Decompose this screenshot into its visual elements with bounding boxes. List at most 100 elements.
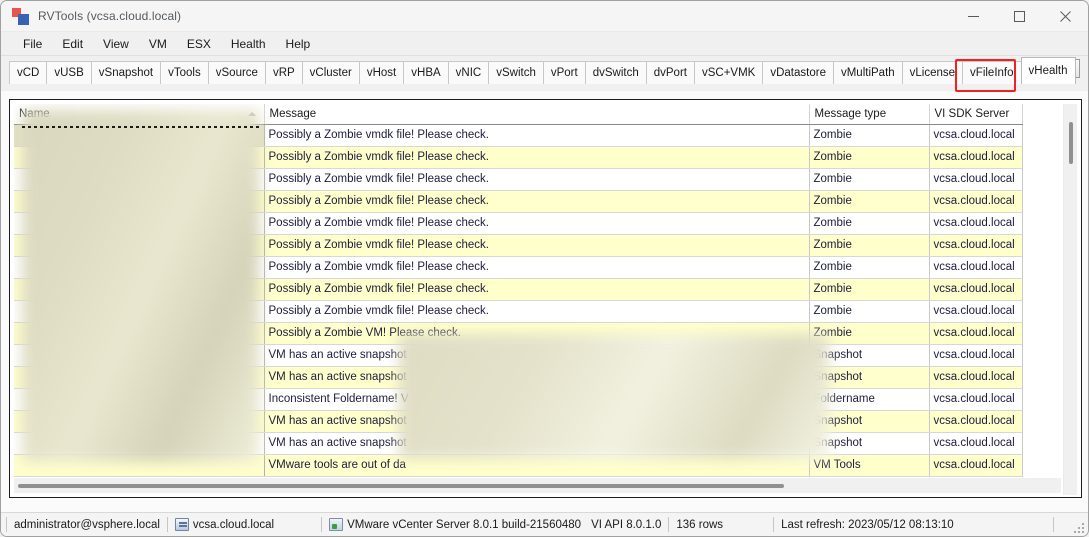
vhealth-grid[interactable]: Name Message Message type VI SDK Server … [14,104,1079,495]
cell-vi-sdk-server: vcsa.cloud.local [929,256,1023,279]
status-product: VMware vCenter Server 8.0.1 build-215604… [327,518,583,531]
cell-vi-sdk-server: vcsa.cloud.local [929,190,1023,213]
cell-message-type: Zombie [809,190,930,213]
grid-vertical-scrollbar[interactable] [1063,104,1077,495]
status-separator [773,517,775,532]
cell-vi-sdk-server: vcsa.cloud.local [929,212,1023,235]
window-title: RVTools (vcsa.cloud.local) [38,9,182,23]
tab-vtools[interactable]: vTools [160,61,209,84]
close-icon[interactable] [1042,1,1088,32]
grid-horizontal-scrollbar-thumb[interactable] [18,484,784,488]
selected-row-focus-outline [22,126,260,128]
cell-vi-sdk-server: vcsa.cloud.local [929,454,1023,477]
vcenter-server-icon [329,518,344,531]
status-server: vcsa.cloud.local [173,518,276,531]
cell-vi-sdk-server: vcsa.cloud.local [929,300,1023,323]
menu-bar: File Edit View VM ESX Health Help [1,32,1088,56]
status-api: VI API 8.0.1.0 [591,518,662,531]
message-column-redaction-blur [399,334,829,459]
maximize-icon[interactable] [996,1,1042,32]
cell-message-type: Zombie [809,256,930,279]
status-user: administrator@vsphere.local [12,519,162,531]
tab-vhost[interactable]: vHost [358,61,405,84]
tab-vnic[interactable]: vNIC [447,61,490,84]
tab-vswitch[interactable]: vSwitch [488,61,544,84]
status-bar: administrator@vsphere.local vcsa.cloud.l… [1,512,1088,536]
tab-vrp[interactable]: vRP [264,61,303,84]
window-controls [950,1,1088,32]
name-column-redaction-blur [22,110,259,462]
menu-item-health[interactable]: Health [221,34,276,54]
status-row-count: 136 rows [676,518,724,531]
server-connection-icon [174,518,189,531]
tab-vcluster[interactable]: vCluster [301,61,360,84]
status-last-refresh: Last refresh: 2023/05/12 08:13:10 [781,518,954,531]
tab-vfileinfo[interactable]: vFileInfo [962,61,1022,84]
rvtools-window: RVTools (vcsa.cloud.local) File Edit Vie… [0,0,1089,537]
menu-item-view[interactable]: View [93,34,139,54]
window-resize-grip[interactable] [1072,521,1084,533]
cell-message: Possibly a Zombie vmdk file! Please chec… [264,234,810,257]
tab-vhba[interactable]: vHBA [403,61,449,84]
cell-vi-sdk-server: vcsa.cloud.local [929,366,1023,389]
tab-vsnapshot[interactable]: vSnapshot [90,61,162,84]
cell-vi-sdk-server: vcsa.cloud.local [929,124,1023,147]
content-area: Name Message Message type VI SDK Server … [1,91,1088,512]
cell-message-type: Zombie [809,146,930,169]
status-separator [1052,517,1054,532]
cell-message-type: Zombie [809,234,930,257]
tab-vhealth[interactable]: vHealth [1020,57,1076,84]
cell-message: Possibly a Zombie vmdk file! Please chec… [264,146,810,169]
cell-message: Possibly a Zombie vmdk file! Please chec… [264,256,810,279]
tab-vusb[interactable]: vUSB [46,61,92,84]
menu-item-file[interactable]: File [13,34,52,54]
column-header-message[interactable]: Message [264,104,810,125]
status-separator [6,517,7,532]
status-server-label: vcsa.cloud.local [192,518,275,531]
tab-vport[interactable]: vPort [542,61,586,84]
cell-vi-sdk-server: vcsa.cloud.local [929,432,1023,455]
cell-vi-sdk-server: vcsa.cloud.local [929,322,1023,345]
menu-item-esx[interactable]: ESX [177,34,221,54]
grid-vertical-scrollbar-thumb[interactable] [1069,122,1073,164]
tab-vlicense[interactable]: vLicense [901,61,964,84]
cell-vi-sdk-server: vcsa.cloud.local [929,234,1023,257]
cell-message: Possibly a Zombie vmdk file! Please chec… [264,278,810,301]
cell-vi-sdk-server: vcsa.cloud.local [929,410,1023,433]
tab-strip: vCD vUSB vSnapshot vTools vSource vRP vC… [1,56,1088,84]
menu-item-vm[interactable]: VM [139,34,177,54]
column-header-message-type[interactable]: Message type [809,104,930,125]
cell-message: Possibly a Zombie vmdk file! Please chec… [264,190,810,213]
status-user-label: administrator@vsphere.local [14,518,160,531]
status-separator [166,517,168,532]
status-separator [321,517,323,532]
tab-vdatastore[interactable]: vDatastore [762,61,834,84]
menu-item-help[interactable]: Help [276,34,321,54]
cell-vi-sdk-server: vcsa.cloud.local [929,146,1023,169]
tab-vsc-vmk[interactable]: vSC+VMK [693,61,764,84]
grid-horizontal-scrollbar[interactable] [14,479,1061,493]
tab-vcd[interactable]: vCD [9,61,48,84]
cell-message: Possibly a Zombie vmdk file! Please chec… [264,124,810,147]
cell-vi-sdk-server: vcsa.cloud.local [929,344,1023,367]
cell-vi-sdk-server: vcsa.cloud.local [929,278,1023,301]
tab-dvport[interactable]: dvPort [645,61,695,84]
cell-message: Possibly a Zombie vmdk file! Please chec… [264,168,810,191]
tab-list: vCD vUSB vSnapshot vTools vSource vRP vC… [9,57,1076,84]
tab-vmultipath[interactable]: vMultiPath [832,61,903,84]
rvtools-app-icon [12,7,29,25]
cell-vi-sdk-server: vcsa.cloud.local [929,388,1023,411]
tab-dvswitch[interactable]: dvSwitch [584,61,647,84]
cell-message-type: Zombie [809,278,930,301]
menu-item-edit[interactable]: Edit [52,34,93,54]
cell-message: Possibly a Zombie vmdk file! Please chec… [264,300,810,323]
minimize-icon[interactable] [950,1,996,32]
cell-message-type: Zombie [809,168,930,191]
cell-message-type: Zombie [809,212,930,235]
cell-message-type: Zombie [809,124,930,147]
tab-vsource[interactable]: vSource [207,61,266,84]
cell-vi-sdk-server: vcsa.cloud.local [929,168,1023,191]
column-header-vi-sdk-server[interactable]: VI SDK Server [929,104,1023,125]
status-separator [668,517,670,532]
status-product-label: VMware vCenter Server 8.0.1 build-215604… [347,518,582,531]
